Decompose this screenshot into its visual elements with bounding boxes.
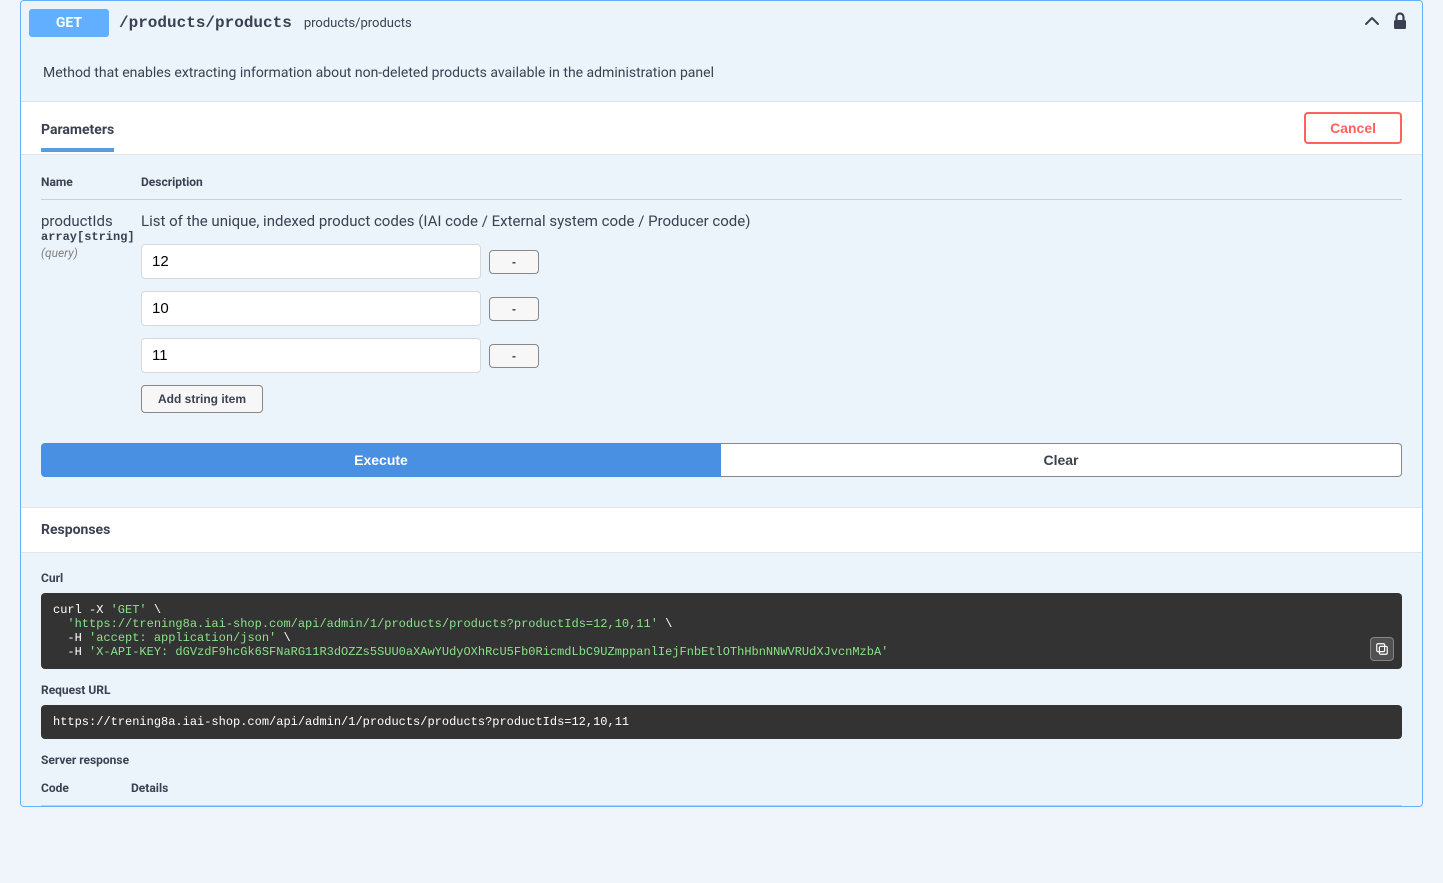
request-url-label: Request URL [41,683,1402,697]
col-header-details: Details [131,781,168,795]
parameter-row: productIds array[string] (query) List of… [41,200,1402,413]
endpoint-path: /products/products [119,14,292,32]
array-item-row: - [141,244,1402,279]
server-response-label: Server response [41,753,1402,767]
array-item-input-1[interactable] [141,291,481,326]
add-string-item-button[interactable]: Add string item [141,385,263,413]
parameters-header: Parameters Cancel [21,102,1422,155]
array-item-input-2[interactable] [141,338,481,373]
col-header-name: Name [41,175,141,189]
cancel-button[interactable]: Cancel [1304,112,1402,144]
parameters-title: Parameters [41,116,114,152]
method-badge: GET [29,9,109,37]
param-name: productIds [41,212,141,230]
endpoint-summary: products/products [304,16,412,31]
parameters-table: Name Description productIds array[string… [21,155,1422,507]
request-url-block: https://trening8a.iai-shop.com/api/admin… [41,705,1402,739]
col-header-code: Code [41,781,131,795]
param-description: List of the unique, indexed product code… [141,212,1402,230]
clear-button[interactable]: Clear [721,443,1402,477]
remove-item-button-2[interactable]: - [489,344,539,368]
param-type: array[string] [41,230,141,244]
responses-body: Curl curl -X 'GET' \ 'https://trening8a.… [21,553,1422,806]
curl-label: Curl [41,571,1402,585]
array-item-input-0[interactable] [141,244,481,279]
copy-icon[interactable] [1370,637,1394,661]
opblock-summary[interactable]: GET /products/products products/products [21,1,1422,45]
array-item-row: - [141,338,1402,373]
chevron-up-icon[interactable] [1362,11,1382,35]
col-header-description: Description [141,175,203,189]
opblock-get: GET /products/products products/products… [20,0,1423,807]
curl-block: curl -X 'GET' \ 'https://trening8a.iai-s… [41,593,1402,669]
param-in: (query) [41,246,141,260]
array-item-row: - [141,291,1402,326]
opblock-description: Method that enables extracting informati… [21,45,1422,102]
execute-button[interactable]: Execute [41,443,721,477]
remove-item-button-0[interactable]: - [489,250,539,274]
lock-icon[interactable] [1392,12,1408,34]
remove-item-button-1[interactable]: - [489,297,539,321]
responses-title: Responses [21,507,1422,553]
